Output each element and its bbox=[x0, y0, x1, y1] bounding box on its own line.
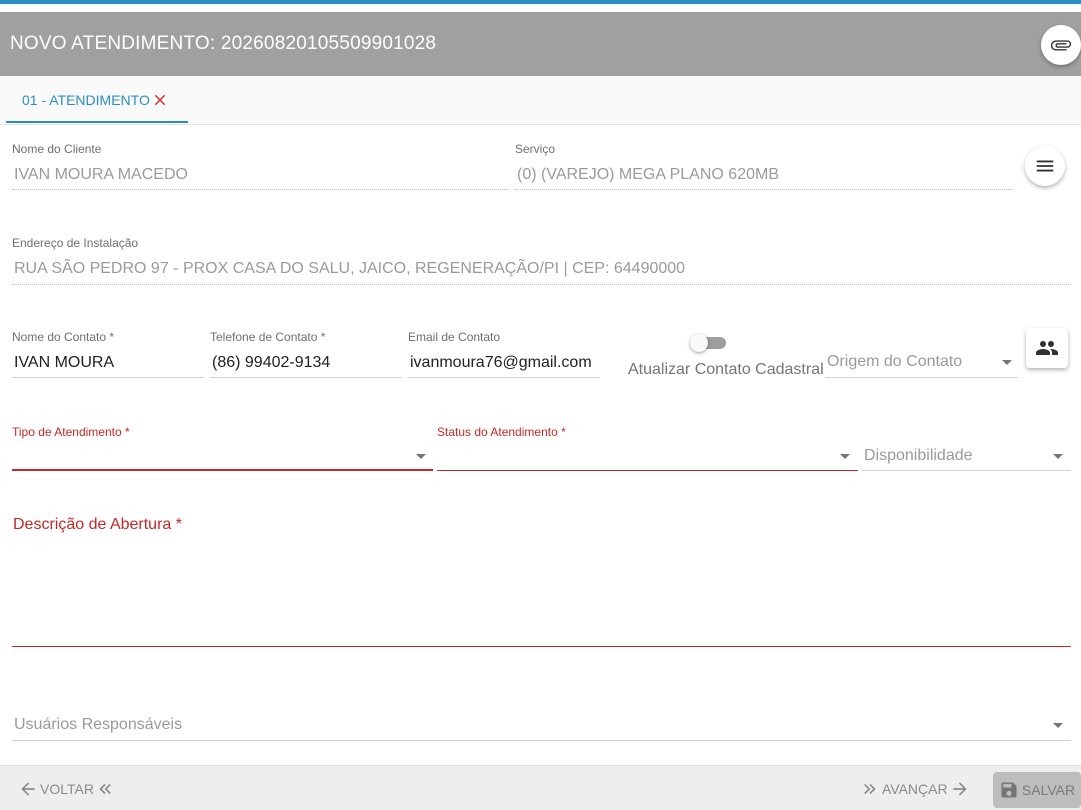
origem-contato-caret-icon[interactable] bbox=[1002, 360, 1012, 365]
email-contato-label: Email de Contato bbox=[408, 330, 501, 344]
telefone-contato-label: Telefone de Contato * bbox=[210, 330, 326, 344]
atualizar-contato-toggle[interactable] bbox=[690, 334, 728, 352]
status-atendimento-label: Status do Atendimento * bbox=[437, 425, 566, 439]
cliente-underline bbox=[12, 189, 509, 190]
tipo-atendimento-underline bbox=[12, 469, 433, 471]
salvar-button[interactable]: SALVAR bbox=[993, 772, 1081, 808]
avancar-button[interactable]: AVANÇAR bbox=[861, 779, 970, 799]
endereco-field[interactable]: RUA SÃO PEDRO 97 - PROX CASA DO SALU, JA… bbox=[14, 260, 685, 278]
usuarios-responsaveis-select[interactable]: Usuários Responsáveis bbox=[14, 716, 182, 734]
endereco-underline bbox=[12, 284, 1071, 285]
disponibilidade-select[interactable]: Disponibilidade bbox=[864, 447, 973, 465]
status-atendimento-select[interactable] bbox=[439, 448, 839, 466]
voltar-label: VOLTAR bbox=[40, 781, 94, 797]
telefone-contato-field[interactable]: (86) 99402-9134 bbox=[212, 354, 330, 372]
arrow-right-icon bbox=[952, 782, 967, 796]
tipo-atendimento-caret-icon[interactable] bbox=[416, 454, 426, 459]
nome-contato-label: Nome do Contato * bbox=[12, 330, 115, 344]
voltar-button[interactable]: VOLTAR bbox=[18, 779, 114, 799]
people-icon bbox=[1036, 341, 1058, 355]
disponibilidade-underline bbox=[862, 470, 1071, 471]
save-icon bbox=[1001, 782, 1017, 798]
salvar-label: SALVAR bbox=[1021, 782, 1076, 798]
page-title: NOVO ATENDIMENTO: 20260820105509901028 bbox=[10, 33, 436, 55]
tab-label: 01 - ATENDIMENTO bbox=[22, 92, 150, 108]
disponibilidade-caret-icon[interactable] bbox=[1053, 454, 1063, 459]
descricao-abertura-label: Descrição de Abertura * bbox=[13, 516, 182, 533]
servico-field[interactable]: (0) (VAREJO) MEGA PLANO 620MB bbox=[517, 166, 779, 184]
cliente-field[interactable]: IVAN MOURA MACEDO bbox=[14, 166, 188, 184]
footer-bar: VOLTAR AVANÇAR SALVAR bbox=[0, 765, 1081, 810]
avancar-label: AVANÇAR bbox=[882, 781, 948, 797]
telefone-contato-underline bbox=[210, 377, 402, 378]
tab-atendimento[interactable]: 01 - ATENDIMENTO bbox=[6, 76, 188, 123]
double-chevron-left-icon bbox=[99, 783, 111, 795]
endereco-label: Endereço de Instalação bbox=[12, 236, 139, 250]
descricao-abertura-underline bbox=[12, 646, 1071, 647]
top-accent-line bbox=[0, 0, 1081, 4]
page-header: NOVO ATENDIMENTO: 20260820105509901028 bbox=[0, 12, 1081, 76]
menu-icon bbox=[1036, 160, 1054, 172]
cliente-label: Nome do Cliente bbox=[12, 142, 102, 156]
servico-label: Serviço bbox=[515, 142, 556, 156]
atualizar-contato-label: Atualizar Contato Cadastral bbox=[628, 361, 824, 378]
toggle-thumb bbox=[690, 334, 708, 352]
page-title-text: NOVO ATENDIMENTO: 20260820105509901028 bbox=[10, 33, 437, 54]
usuarios-responsaveis-underline bbox=[12, 740, 1071, 741]
double-chevron-right-icon bbox=[864, 783, 876, 795]
arrow-left-icon bbox=[21, 782, 35, 796]
origem-contato-underline bbox=[825, 377, 1018, 378]
nome-contato-underline bbox=[12, 377, 204, 378]
servico-underline bbox=[515, 189, 1013, 190]
contacts-button[interactable] bbox=[1026, 328, 1068, 368]
menu-button[interactable] bbox=[1025, 146, 1065, 186]
nome-contato-field[interactable]: IVAN MOURA bbox=[14, 354, 114, 372]
email-contato-underline bbox=[408, 377, 600, 378]
tipo-atendimento-label: Tipo de Atendimento * bbox=[12, 425, 130, 439]
paperclip-icon bbox=[1050, 40, 1072, 51]
origem-contato-select[interactable]: Origem do Contato bbox=[827, 353, 962, 371]
email-contato-field[interactable]: ivanmoura76@gmail.com bbox=[410, 354, 592, 372]
tipo-atendimento-select[interactable] bbox=[14, 448, 414, 466]
close-icon[interactable] bbox=[151, 91, 169, 109]
descricao-abertura-textarea[interactable] bbox=[12, 545, 1071, 643]
status-atendimento-underline bbox=[437, 470, 858, 471]
usuarios-responsaveis-caret-icon[interactable] bbox=[1053, 723, 1063, 728]
attach-button[interactable] bbox=[1041, 25, 1081, 65]
tab-bar: 01 - ATENDIMENTO bbox=[0, 76, 1081, 125]
status-atendimento-caret-icon[interactable] bbox=[840, 454, 850, 459]
